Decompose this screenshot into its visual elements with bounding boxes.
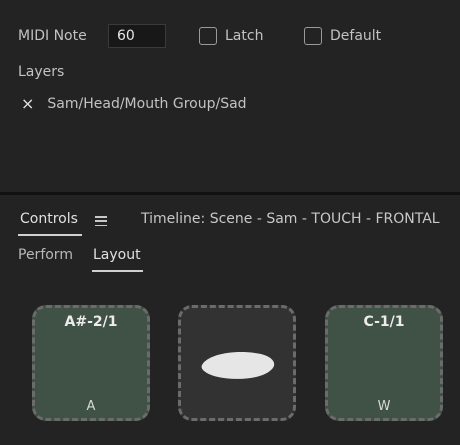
- panel-menu-icon[interactable]: [95, 216, 107, 227]
- tab-controls-underline: [18, 234, 82, 236]
- layer-path: Sam/Head/Mouth Group/Sad: [47, 95, 247, 112]
- latch-checkbox-box[interactable]: [199, 27, 217, 45]
- mouth-shape-thumbnail: [201, 352, 275, 379]
- trigger-button[interactable]: C-1/1 W: [325, 305, 443, 421]
- trigger-button[interactable]: A#-2/1 A: [32, 305, 150, 421]
- subtab-layout[interactable]: Layout: [93, 247, 141, 263]
- default-checkbox[interactable]: Default: [304, 27, 381, 45]
- default-label: Default: [330, 28, 382, 44]
- latch-checkbox[interactable]: Latch: [199, 27, 263, 45]
- layer-item: × Sam/Head/Mouth Group/Sad: [21, 94, 247, 113]
- tab-controls[interactable]: Controls: [20, 211, 78, 227]
- layers-heading: Layers: [18, 64, 65, 80]
- controls-panel: Controls Timeline: Scene - Sam - TOUCH -…: [0, 195, 460, 445]
- trigger-properties-panel: MIDI Note 60 Latch Default Layers × Sam/…: [0, 0, 460, 192]
- trigger-key: A: [86, 399, 96, 414]
- trigger-key: W: [377, 399, 391, 414]
- default-checkbox-box[interactable]: [304, 27, 322, 45]
- subtab-perform[interactable]: Perform: [18, 247, 73, 263]
- trigger-title: A#-2/1: [64, 314, 118, 330]
- remove-layer-icon[interactable]: ×: [21, 94, 34, 113]
- tab-timeline[interactable]: Timeline: Scene - Sam - TOUCH - FRONTAL: [141, 211, 440, 227]
- midi-note-field[interactable]: 60: [108, 24, 166, 48]
- subtab-layout-underline: [92, 270, 143, 272]
- trigger-title: C-1/1: [363, 314, 405, 330]
- latch-label: Latch: [225, 28, 264, 44]
- midi-note-label: MIDI Note: [18, 28, 87, 44]
- trigger-button[interactable]: [178, 305, 296, 421]
